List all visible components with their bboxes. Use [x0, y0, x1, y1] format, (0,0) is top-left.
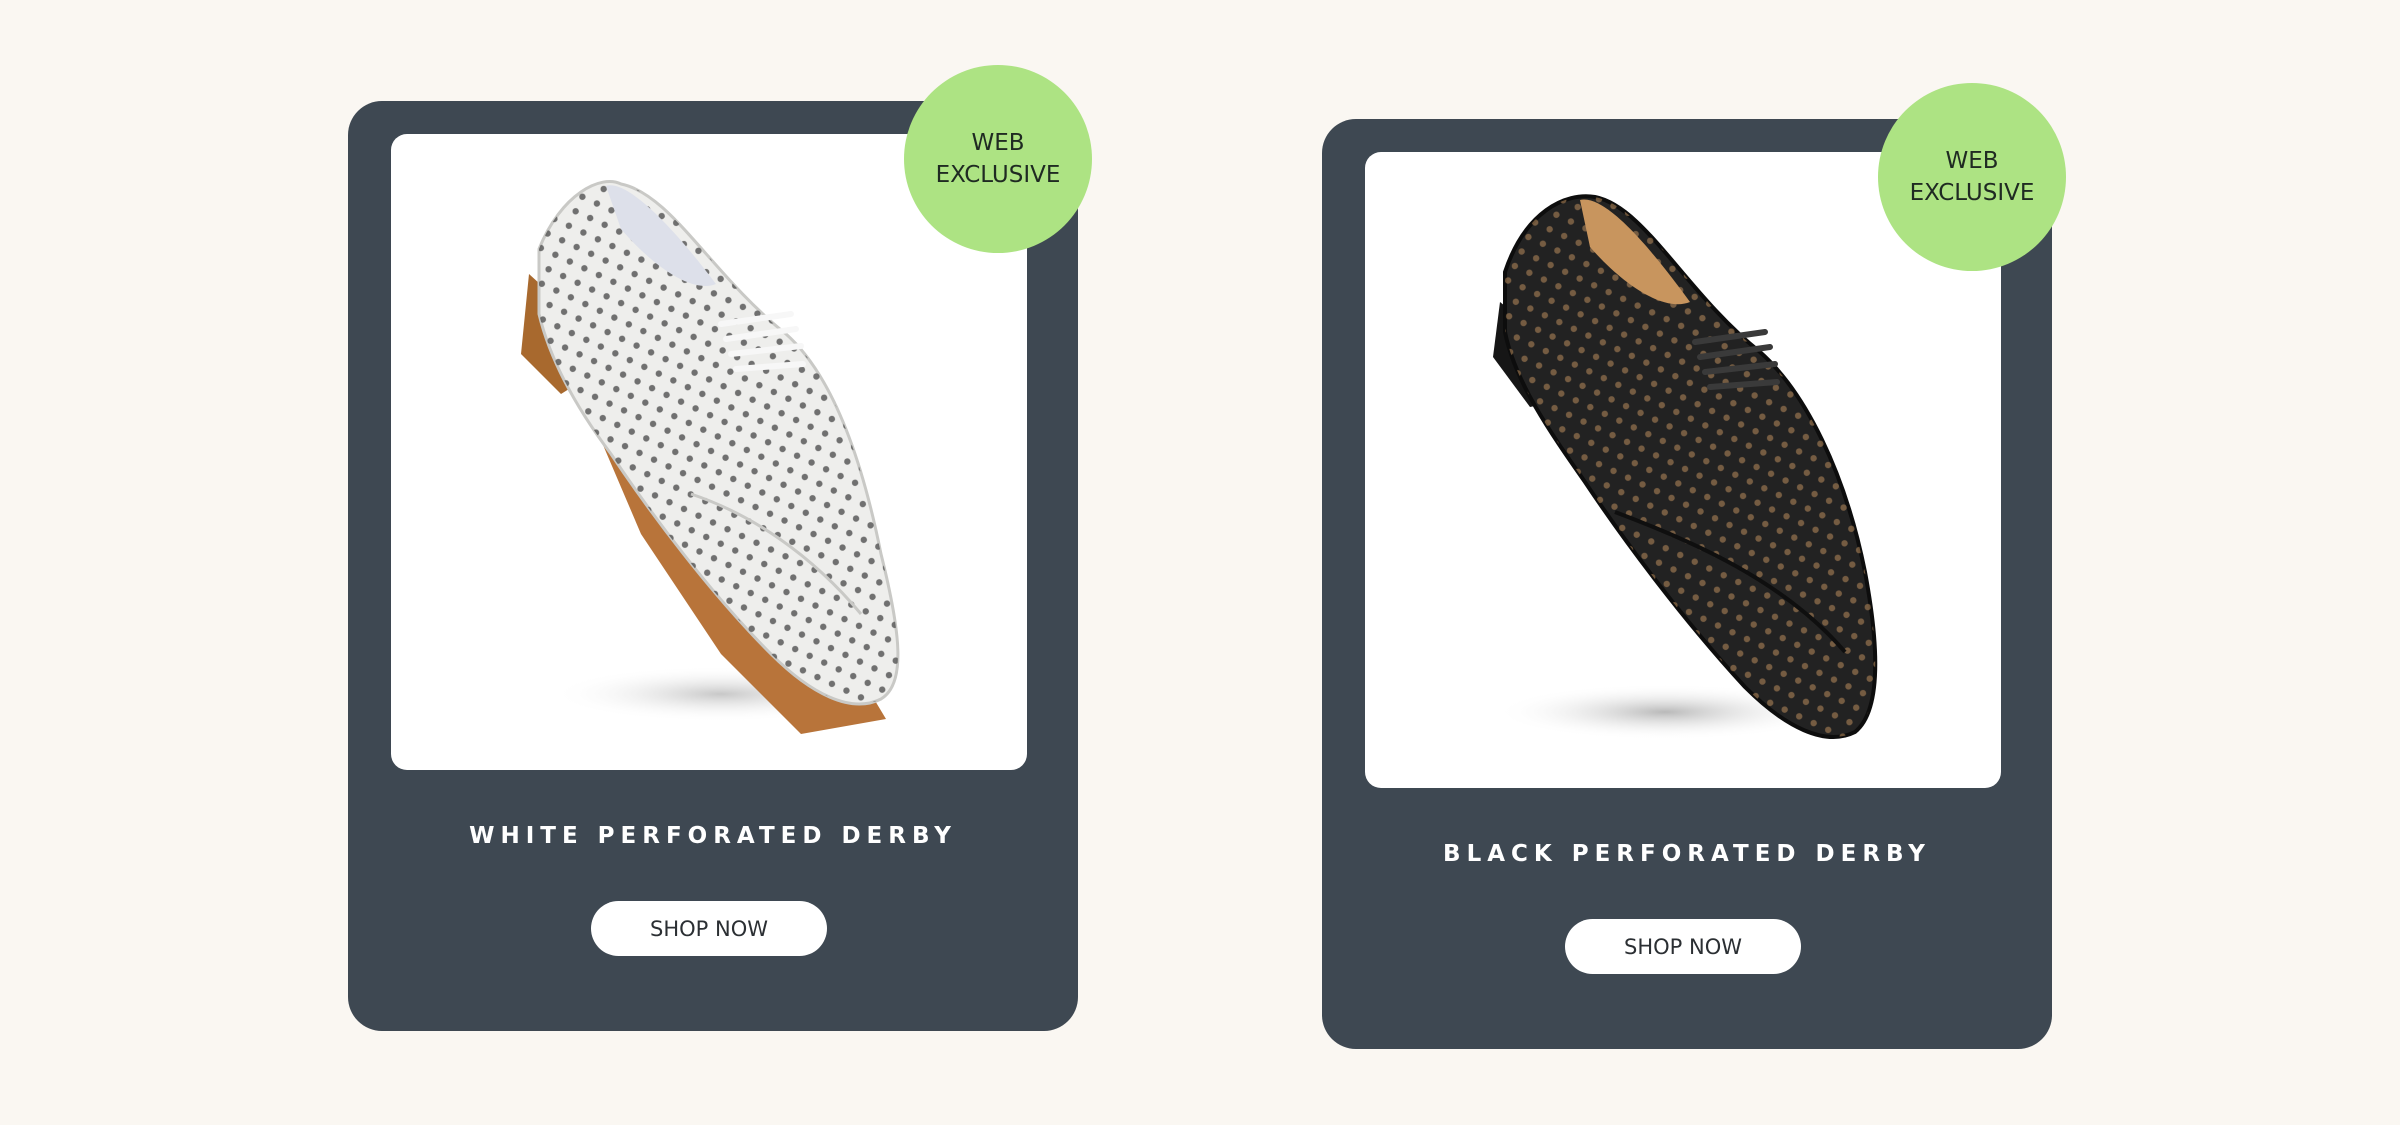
badge-line-1: WEB [1945, 148, 1999, 174]
web-exclusive-badge: WEB EXCLUSIVE [1878, 83, 2066, 271]
badge-line-2: EXCLUSIVE [935, 162, 1061, 188]
product-title[interactable]: WHITE PERFORATED DERBY [348, 823, 1078, 849]
badge-line-1: WEB [971, 130, 1025, 156]
product-title[interactable]: BLACK PERFORATED DERBY [1322, 841, 2052, 867]
badge-line-2: EXCLUSIVE [1909, 180, 2035, 206]
black-derby-shoe-image [1493, 194, 1878, 740]
shop-now-button[interactable]: SHOP NOW [591, 901, 827, 956]
shop-now-button[interactable]: SHOP NOW [1565, 919, 1801, 974]
product-card-black-derby[interactable]: WEB EXCLUSIVE BLACK PERFORATED DERBY SHO… [1322, 83, 2066, 1049]
product-image-white-derby[interactable] [391, 134, 1027, 770]
product-image-black-derby[interactable] [1365, 152, 2001, 788]
product-card-white-derby[interactable]: WEB EXCLUSIVE WHITE PERFORATED DERBY SHO… [348, 65, 1092, 1031]
white-derby-shoe-image [521, 180, 900, 734]
web-exclusive-badge: WEB EXCLUSIVE [904, 65, 1092, 253]
